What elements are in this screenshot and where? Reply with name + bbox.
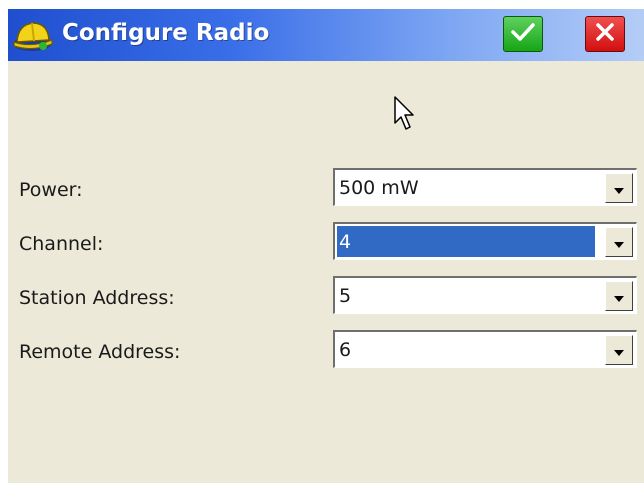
dropdown-arrow-icon — [614, 287, 624, 306]
channel-value: 4 — [339, 231, 352, 253]
cancel-button[interactable] — [585, 16, 625, 52]
dropdown-arrow-icon — [614, 341, 624, 360]
title-bar: Configure Radio — [8, 9, 644, 61]
power-select[interactable]: 500 mW — [333, 168, 637, 206]
power-dropdown-button[interactable] — [605, 173, 633, 203]
remote-address-select[interactable]: 6 — [333, 330, 637, 368]
station-address-select[interactable]: 5 — [333, 276, 637, 314]
station-address-value: 5 — [339, 285, 352, 307]
channel-label: Channel: — [19, 233, 104, 255]
station-address-dropdown-button[interactable] — [605, 281, 633, 311]
remote-address-dropdown-button[interactable] — [605, 335, 633, 365]
station-address-label: Station Address: — [19, 287, 175, 309]
selection-highlight — [337, 226, 595, 257]
ok-button[interactable] — [503, 16, 543, 52]
mouse-pointer-icon — [393, 95, 417, 135]
power-value: 500 mW — [339, 177, 419, 199]
check-icon — [511, 22, 535, 46]
channel-dropdown-button[interactable] — [605, 227, 633, 257]
close-icon — [595, 22, 615, 46]
window-title: Configure Radio — [62, 20, 270, 46]
remote-address-value: 6 — [339, 339, 352, 361]
dropdown-arrow-icon — [614, 179, 624, 198]
dropdown-arrow-icon — [614, 233, 624, 252]
remote-address-label: Remote Address: — [19, 341, 181, 363]
channel-select[interactable]: 4 — [333, 222, 637, 260]
hard-hat-icon — [12, 18, 56, 52]
power-label: Power: — [19, 179, 83, 201]
configure-radio-window: Configure Radio Power: 500 mW Channel: 4… — [8, 9, 644, 483]
